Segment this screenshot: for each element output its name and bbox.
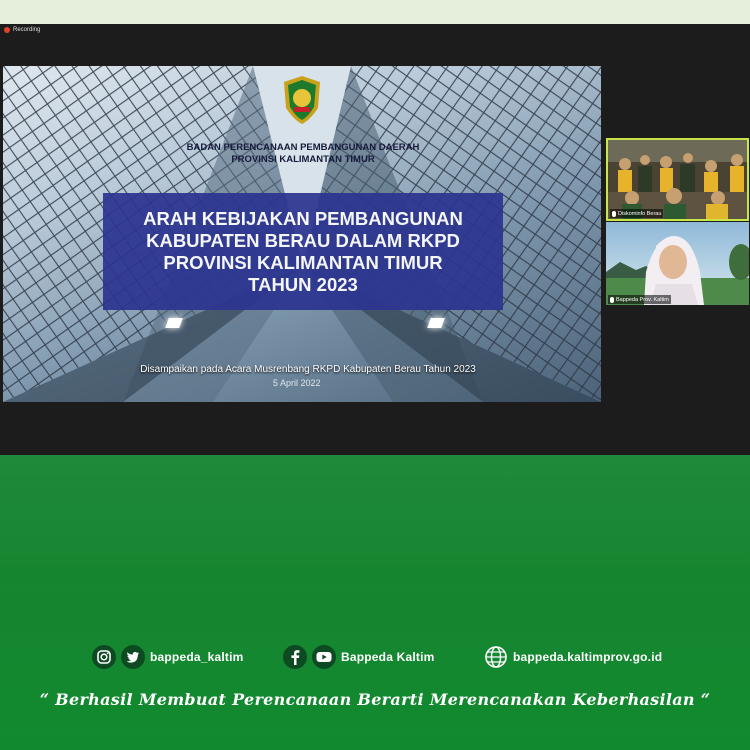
participant-video: [606, 222, 749, 305]
slide-title-line: KABUPATEN BERAU DALAM RKPD: [146, 229, 460, 251]
social-instagram-twitter[interactable]: bappeda_kaltim: [92, 645, 244, 669]
website-url[interactable]: bappeda.kaltimprov.go.id: [513, 650, 662, 664]
slide-title-line: PROVINSI KALIMANTAN TIMUR: [163, 251, 443, 273]
slide-title-box: ARAH KEBIJAKAN PEMBANGUNAN KABUPATEN BER…: [103, 193, 503, 310]
instagram-icon[interactable]: [92, 645, 116, 669]
participant-tile-diskominfo[interactable]: Diskominfo Berau: [606, 138, 749, 221]
facebook-icon[interactable]: [283, 645, 307, 669]
youtube-icon[interactable]: [312, 645, 336, 669]
microphone-icon: [610, 296, 614, 303]
participant-tile-bappeda[interactable]: Bappeda Prov. Kaltim: [606, 222, 749, 305]
microphone-icon: [612, 210, 616, 217]
slide-title-line: ARAH KEBIJAKAN PEMBANGUNAN: [143, 207, 463, 229]
slide-footer: Disampaikan pada Acara Musrenbang RKPD K…: [140, 364, 476, 375]
top-strip: [0, 0, 750, 24]
participant-name-label: Bappeda Prov. Kaltim: [608, 295, 671, 304]
social-website[interactable]: bappeda.kaltimprov.go.id: [484, 645, 662, 669]
shared-screen[interactable]: BADAN PERENCANAAN PEMBANGUNAN DAERAH PRO…: [3, 66, 601, 402]
motto-text: “ Berhasil Membuat Perencanaan Berarti M…: [39, 690, 711, 709]
recording-indicator: Recording: [4, 27, 40, 33]
meeting-window: Recording BADAN PERENCANAAN PEMBANGUNAN …: [0, 24, 750, 455]
social-handle: bappeda_kaltim: [150, 650, 244, 664]
social-facebook-youtube[interactable]: Bappeda Kaltim: [283, 645, 435, 669]
slide-title-line: TAHUN 2023: [248, 273, 358, 295]
recording-label: Recording: [13, 27, 41, 33]
twitter-icon[interactable]: [121, 645, 145, 669]
participant-name-label: Diskominfo Berau: [610, 209, 664, 218]
globe-icon[interactable]: [484, 645, 508, 669]
record-icon: [4, 27, 10, 33]
social-handle: Bappeda Kaltim: [341, 650, 435, 664]
org-line-2: PROVINSI KALIMANTAN TIMUR: [231, 154, 375, 165]
kaltim-emblem: [280, 74, 324, 126]
organization-heading: BADAN PERENCANAAN PEMBANGUNAN DAERAH PRO…: [173, 142, 433, 166]
slide-date: 5 April 2022: [273, 378, 321, 388]
org-line-1: BADAN PERENCANAAN PEMBANGUNAN DAERAH: [186, 142, 420, 153]
